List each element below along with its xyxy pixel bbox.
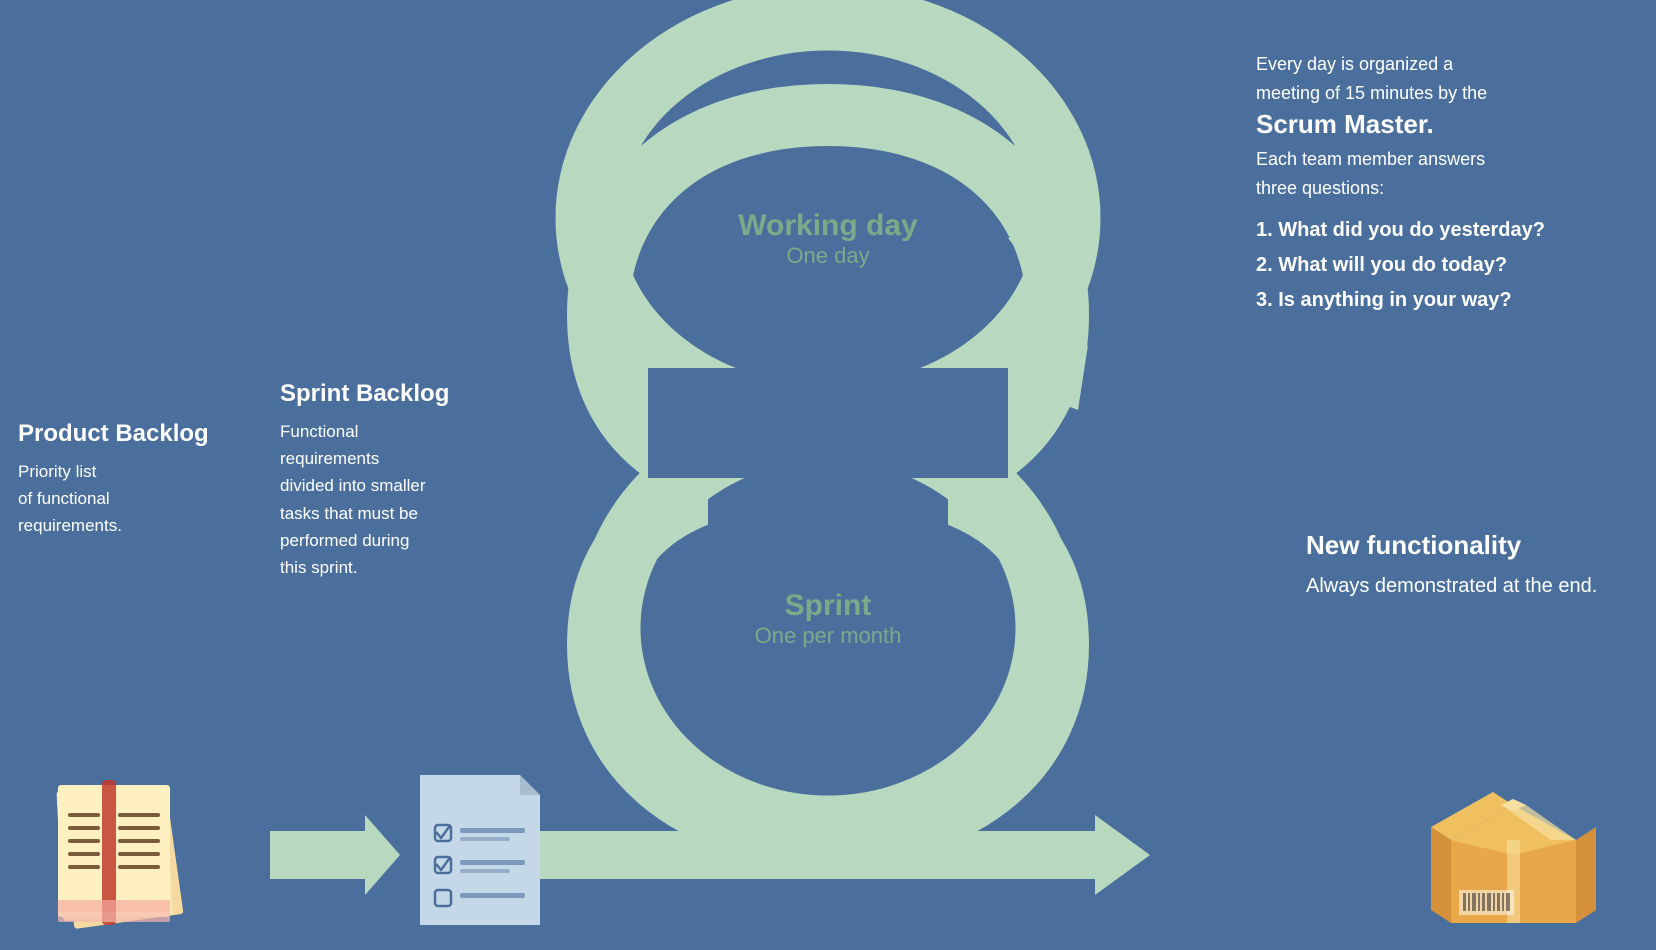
working-day-subtitle: One day <box>738 243 917 269</box>
question-3: 3. Is anything in your way? <box>1256 283 1626 318</box>
product-backlog-section: Product Backlog Priority listof function… <box>18 420 228 540</box>
sprint-backlog-section: Sprint Backlog Functionalrequirementsdiv… <box>280 380 520 581</box>
main-container: Working day One day Sprint One per month… <box>0 0 1656 950</box>
sprint-backlog-title: Sprint Backlog <box>280 380 520 408</box>
sprint-subtitle: One per month <box>755 623 902 649</box>
sprint-backlog-icon <box>410 775 555 930</box>
new-functionality-icon <box>1431 775 1596 930</box>
scrum-master-text: Scrum Master. <box>1256 108 1626 142</box>
new-functionality-desc: Always demonstrated at the end. <box>1306 571 1626 602</box>
working-day-label: Working day One day <box>738 209 917 269</box>
new-functionality-title: New functionality <box>1306 530 1626 561</box>
daily-scrum-answers: Each team member answersthree questions: <box>1256 145 1626 203</box>
sprint-title: Sprint <box>755 589 902 623</box>
question-1: 1. What did you do yesterday? <box>1256 213 1626 248</box>
working-day-title: Working day <box>738 209 917 243</box>
product-backlog-desc: Priority listof functionalrequirements. <box>18 458 228 540</box>
arrow-1 <box>270 815 400 895</box>
question-2: 2. What will you do today? <box>1256 248 1626 283</box>
new-functionality-section: New functionality Always demonstrated at… <box>1306 530 1626 602</box>
sprint-backlog-desc: Functionalrequirementsdivided into small… <box>280 418 520 581</box>
figure8-main-svg <box>528 0 1128 858</box>
product-backlog-title: Product Backlog <box>18 420 228 448</box>
daily-scrum-section: Every day is organized ameeting of 15 mi… <box>1256 50 1626 318</box>
sprint-label: Sprint One per month <box>755 589 902 649</box>
arrow-large <box>530 815 1150 895</box>
daily-scrum-questions: 1. What did you do yesterday? 2. What wi… <box>1256 213 1626 318</box>
product-backlog-icon <box>40 770 205 930</box>
daily-scrum-intro: Every day is organized ameeting of 15 mi… <box>1256 50 1626 108</box>
